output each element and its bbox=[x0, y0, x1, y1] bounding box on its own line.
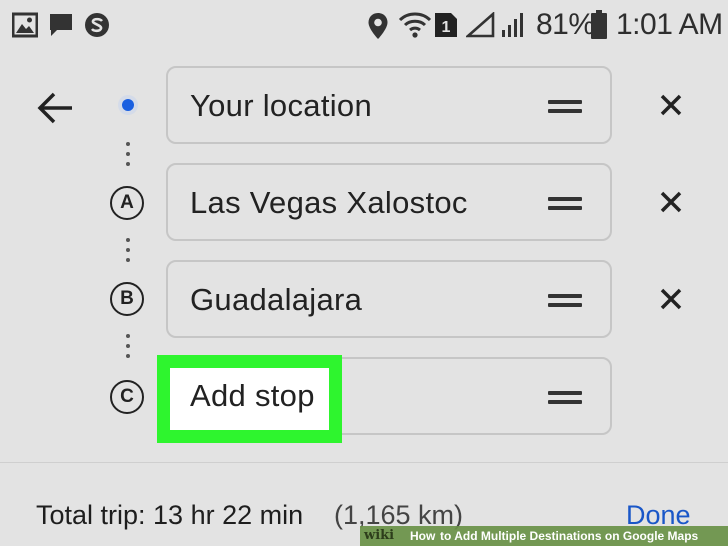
route-connector-dots bbox=[126, 334, 130, 364]
remove-stop-b-button[interactable] bbox=[654, 282, 688, 316]
svg-text:1: 1 bbox=[442, 19, 451, 36]
drag-handle-icon[interactable] bbox=[548, 294, 582, 308]
back-arrow-icon bbox=[37, 92, 72, 124]
back-button[interactable] bbox=[34, 86, 78, 130]
drag-handle-icon[interactable] bbox=[548, 100, 582, 114]
drag-handle-icon[interactable] bbox=[548, 391, 582, 405]
add-stop-button[interactable]: Add stop bbox=[190, 378, 315, 414]
stop-b-label: Guadalajara bbox=[190, 282, 363, 317]
close-icon bbox=[660, 191, 682, 213]
status-bar: 1 81% 1:01 AM bbox=[0, 0, 728, 52]
watermark-title: to Add Multiple Destinations on Google M… bbox=[440, 529, 699, 543]
wifi-icon bbox=[398, 12, 432, 38]
starting-point-field[interactable]: Your location bbox=[166, 66, 612, 144]
divider bbox=[0, 462, 728, 463]
total-trip-time: Total trip: 13 hr 22 min bbox=[36, 500, 304, 530]
stop-a-field[interactable]: Las Vegas Xalostoc bbox=[166, 163, 612, 241]
stop-marker-c: C bbox=[110, 380, 144, 414]
route-connector-dots bbox=[126, 142, 130, 172]
drag-handle-icon[interactable] bbox=[548, 197, 582, 211]
no-signal-icon bbox=[466, 12, 495, 38]
current-location-dot bbox=[118, 95, 138, 115]
stop-marker-b: B bbox=[110, 282, 144, 316]
stop-a-label: Las Vegas Xalostoc bbox=[190, 185, 468, 220]
gallery-notification-icon bbox=[12, 12, 38, 38]
sim-icon: 1 bbox=[435, 13, 457, 37]
starting-point-label: Your location bbox=[190, 88, 372, 123]
message-notification-icon bbox=[50, 14, 72, 36]
watermark-brand: wiki bbox=[364, 528, 395, 543]
watermark-how: How bbox=[410, 529, 436, 543]
stop-b-field[interactable]: Guadalajara bbox=[166, 260, 612, 338]
remove-starting-point-button[interactable] bbox=[654, 88, 688, 122]
route-connector-dots bbox=[126, 238, 130, 268]
battery-icon bbox=[591, 10, 607, 39]
location-icon bbox=[368, 13, 388, 39]
remove-stop-a-button[interactable] bbox=[654, 185, 688, 219]
clock: 1:01 AM bbox=[616, 8, 723, 41]
battery-percentage: 81% bbox=[536, 8, 595, 41]
close-icon bbox=[660, 94, 682, 116]
watermark-banner: wiki How to Add Multiple Destinations on… bbox=[360, 526, 728, 546]
stop-marker-a: A bbox=[110, 186, 144, 220]
close-icon bbox=[660, 288, 682, 310]
sync-notification-icon bbox=[85, 13, 109, 37]
signal-icon bbox=[502, 13, 523, 37]
